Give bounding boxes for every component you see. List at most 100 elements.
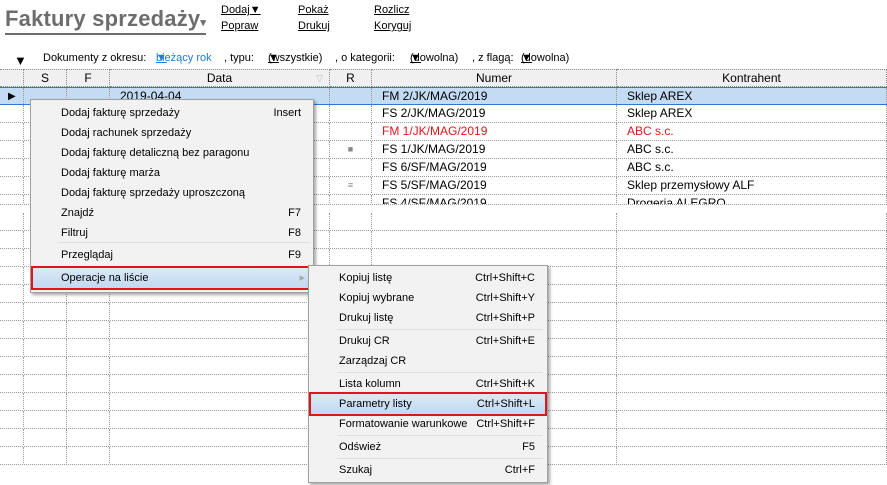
- menu-separator: [337, 329, 543, 330]
- menu-item-print-list[interactable]: Drukuj listę Ctrl+Shift+P: [311, 308, 545, 328]
- table-cell: [617, 249, 887, 266]
- menu-item-label: Dodaj fakturę sprzedaży: [61, 107, 180, 119]
- table-cell: [24, 447, 67, 464]
- table-cell: Sklep AREX: [617, 88, 887, 104]
- collapse-arrow-icon[interactable]: ▼: [14, 53, 27, 68]
- column-header-f[interactable]: F: [67, 69, 110, 87]
- table-cell: FM 2/JK/MAG/2019: [372, 88, 617, 104]
- category-label: , o kategorii:: [335, 52, 395, 64]
- table-cell: [0, 285, 24, 302]
- add-button[interactable]: Dodaj▼: [221, 4, 261, 16]
- menu-item-add-margin-invoice[interactable]: Dodaj fakturę marża: [33, 163, 311, 183]
- menu-item-print-cr[interactable]: Drukuj CR Ctrl+Shift+E: [311, 331, 545, 351]
- period-dropdown[interactable]: bieżący rok ▼: [156, 52, 212, 64]
- table-cell: [372, 231, 617, 248]
- table-cell: [617, 213, 887, 230]
- column-header-numer[interactable]: Numer: [372, 69, 617, 87]
- table-cell: [617, 231, 887, 248]
- table-cell: [617, 285, 887, 302]
- column-header-kontrahent[interactable]: Kontrahent: [617, 69, 887, 87]
- menu-item-refresh[interactable]: Odśwież F5: [311, 437, 545, 457]
- menu-item-shortcut: F5: [522, 441, 535, 453]
- print-button[interactable]: Drukuj: [298, 20, 330, 32]
- table-cell: [0, 213, 24, 230]
- type-label: , typu:: [224, 52, 254, 64]
- menu-item-add-invoice[interactable]: Dodaj fakturę sprzedaży Insert: [33, 103, 311, 123]
- table-cell: [67, 303, 110, 320]
- table-cell: [0, 141, 24, 158]
- menu-item-filter[interactable]: Filtruj F8: [33, 223, 311, 243]
- table-cell: [0, 249, 24, 266]
- column-header-s[interactable]: S: [24, 69, 67, 87]
- menu-item-copy-selected[interactable]: Kopiuj wybrane Ctrl+Shift+Y: [311, 288, 545, 308]
- menu-item-browse[interactable]: Przeglądaj F9: [33, 245, 311, 265]
- menu-item-label: Operacje na liście: [61, 272, 149, 284]
- menu-item-label: Kopiuj wybrane: [339, 292, 415, 304]
- current-row-icon: ▶: [0, 88, 24, 104]
- edit-button[interactable]: Popraw: [221, 20, 258, 32]
- menu-item-shortcut: Ctrl+Shift+Y: [475, 292, 535, 304]
- table-cell: [330, 213, 372, 230]
- menu-item-list-parameters[interactable]: Parametry listy Ctrl+Shift+L: [309, 392, 547, 416]
- period-value: bieżący rok: [156, 52, 212, 64]
- show-button[interactable]: Pokaż: [298, 4, 329, 16]
- table-cell: ≡: [330, 177, 372, 194]
- table-cell: [110, 429, 330, 446]
- type-dropdown[interactable]: (wszystkie) ▼: [268, 52, 322, 64]
- column-header-data[interactable]: Data ▽: [110, 69, 330, 87]
- menu-item-label: Przeglądaj: [61, 249, 113, 261]
- menu-item-find[interactable]: Znajdź F7: [33, 203, 311, 223]
- category-dropdown[interactable]: (dowolna) ▼: [410, 52, 458, 64]
- menu-item-list-operations[interactable]: Operacje na liście ▸: [31, 266, 313, 290]
- menu-item-copy-list[interactable]: Kopiuj listę Ctrl+Shift+C: [311, 268, 545, 288]
- table-cell: [67, 429, 110, 446]
- type-value: (wszystkie): [268, 52, 323, 64]
- menu-separator: [59, 242, 309, 243]
- menu-item-search[interactable]: Szukaj Ctrl+F: [311, 460, 545, 480]
- table-cell: [617, 447, 887, 464]
- menu-item-manage-cr[interactable]: Zarządzaj CR: [311, 351, 545, 371]
- menu-item-add-retail-invoice[interactable]: Dodaj fakturę detaliczną bez paragonu: [33, 143, 311, 163]
- table-cell: Drogeria ALEGRO: [617, 195, 887, 204]
- table-cell: [0, 411, 24, 428]
- table-cell: [617, 411, 887, 428]
- table-cell: [0, 177, 24, 194]
- menu-item-label: Zarządzaj CR: [339, 355, 407, 367]
- page-title[interactable]: Faktury sprzedaży▾: [5, 6, 207, 35]
- menu-item-column-list[interactable]: Lista kolumn Ctrl+Shift+K: [311, 374, 545, 394]
- menu-item-add-simplified-invoice[interactable]: Dodaj fakturę sprzedaży uproszczoną: [33, 183, 311, 203]
- table-cell: FS 5/SF/MAG/2019: [372, 177, 617, 194]
- list-operations-submenu: Kopiuj listę Ctrl+Shift+C Kopiuj wybrane Ct…: [308, 265, 548, 483]
- table-cell: [0, 231, 24, 248]
- table-cell: [330, 123, 372, 140]
- column-header-r[interactable]: R: [330, 69, 372, 87]
- sort-icon: ▽: [316, 73, 323, 83]
- menu-item-label: Dodaj fakturę marża: [61, 167, 161, 179]
- table-cell: [0, 105, 24, 122]
- table-cell: [330, 159, 372, 176]
- table-cell: FS 1/JK/MAG/2019: [372, 141, 617, 158]
- context-menu: Dodaj fakturę sprzedaży Insert Dodaj rachu…: [30, 99, 314, 293]
- table-cell: [617, 303, 887, 320]
- menu-item-label: Lista kolumn: [339, 378, 401, 390]
- correct-button[interactable]: Koryguj: [374, 20, 411, 32]
- menu-item-label: Parametry listy: [339, 398, 412, 410]
- menu-item-add-receipt[interactable]: Dodaj rachunek sprzedaży: [33, 123, 311, 143]
- table-cell: [67, 375, 110, 392]
- table-cell: [617, 321, 887, 338]
- table-cell: [0, 159, 24, 176]
- table-cell: [110, 321, 330, 338]
- table-cell: [110, 375, 330, 392]
- flag-dropdown[interactable]: (dowolna) ▼: [521, 52, 569, 64]
- menu-item-conditional-formatting[interactable]: Formatowanie warunkowe Ctrl+Shift+F: [311, 414, 545, 434]
- settle-button[interactable]: Rozlicz: [374, 4, 409, 16]
- flag-value: (dowolna): [521, 52, 570, 64]
- menu-item-shortcut: F7: [288, 207, 301, 219]
- table-cell: ABC s.c.: [617, 141, 887, 158]
- table-cell: [330, 105, 372, 122]
- table-cell: [24, 321, 67, 338]
- row-indicator-header: [0, 69, 24, 87]
- table-cell: [24, 429, 67, 446]
- chevron-down-icon: ▾: [200, 17, 207, 29]
- menu-item-label: Filtruj: [61, 227, 88, 239]
